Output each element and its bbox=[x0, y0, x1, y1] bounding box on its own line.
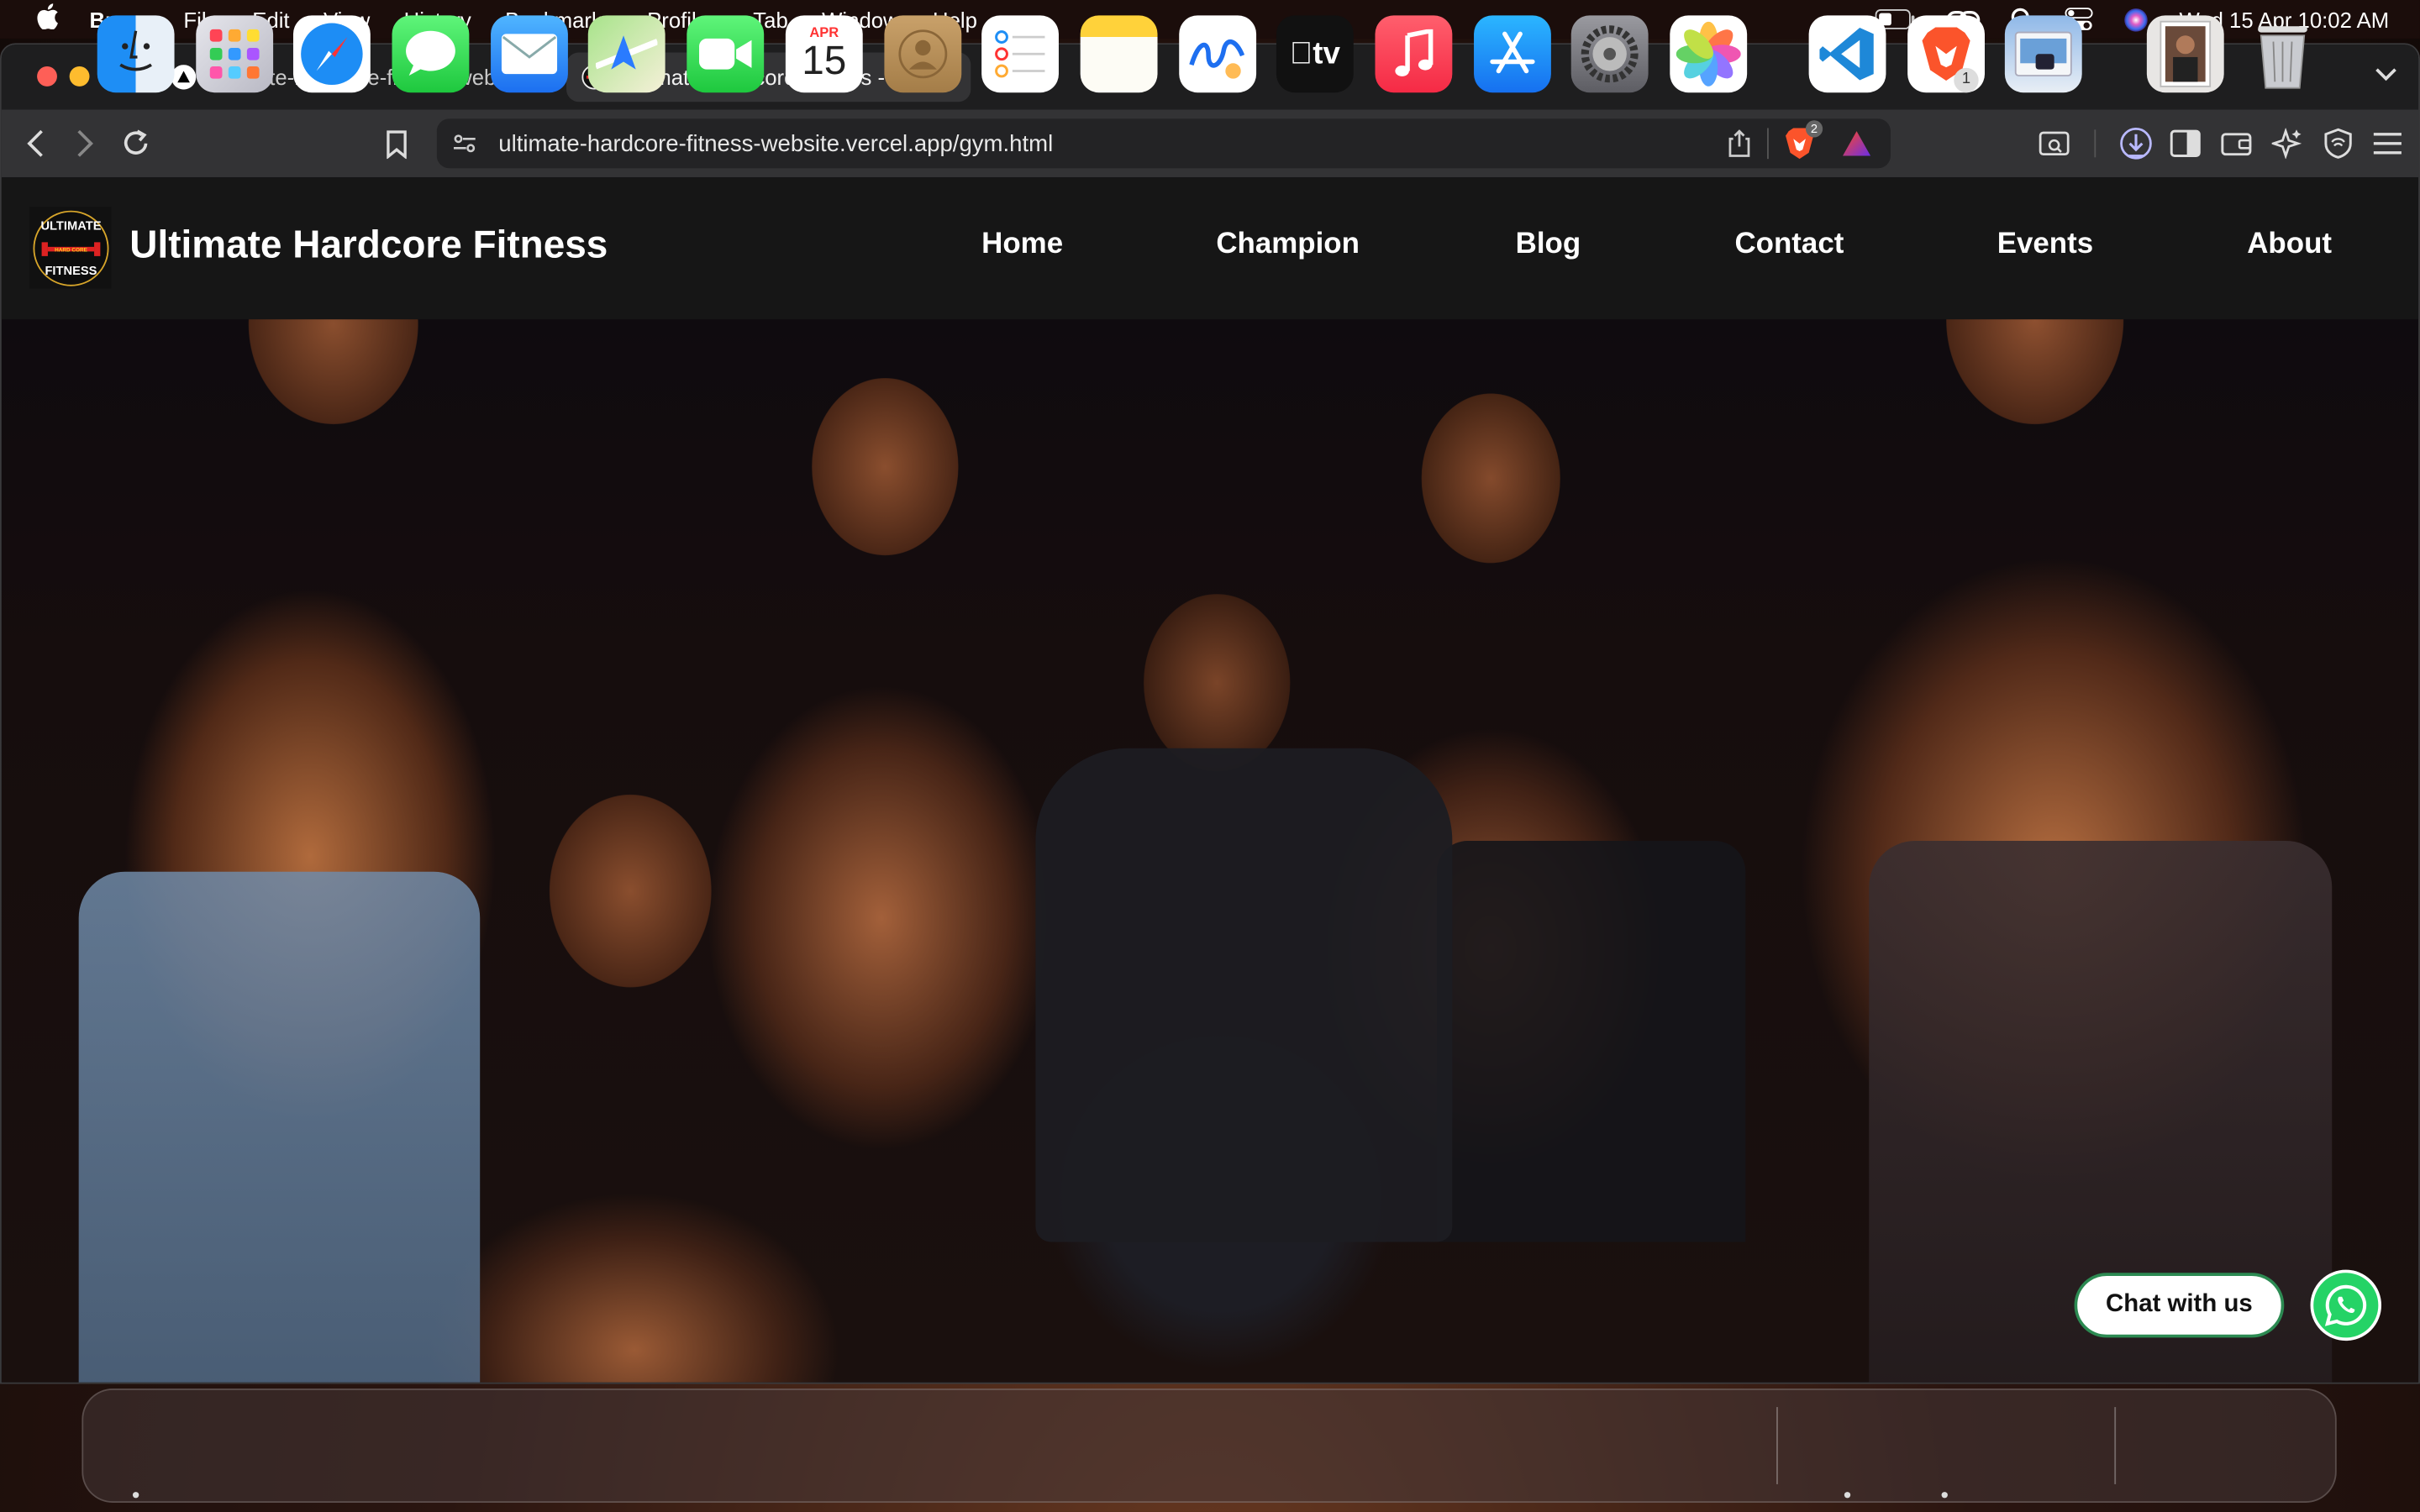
site-navbar: ULTIMATE HARD CORE FITNESS Ultimate Hard… bbox=[1, 177, 2419, 320]
svg-text:HARD CORE: HARD CORE bbox=[54, 246, 87, 252]
messages-icon[interactable] bbox=[392, 15, 470, 93]
apple-tv-icon[interactable]: tv bbox=[1276, 15, 1354, 93]
brave-icon[interactable]: 1 bbox=[1907, 15, 1985, 93]
launchpad-icon[interactable] bbox=[196, 15, 274, 93]
running-indicator bbox=[1844, 1492, 1851, 1499]
brave-rewards-icon[interactable] bbox=[1841, 129, 1872, 165]
chevron-down-icon[interactable] bbox=[2375, 61, 2397, 89]
athlete-figure bbox=[78, 871, 481, 1383]
running-indicator bbox=[132, 1492, 139, 1499]
running-indicator bbox=[1941, 1492, 1948, 1499]
dock bbox=[82, 1389, 2337, 1503]
wallet-icon[interactable] bbox=[2219, 127, 2253, 160]
nav-contact[interactable]: Contact bbox=[1734, 228, 1844, 262]
divider bbox=[2094, 129, 2096, 158]
close-window-button[interactable] bbox=[37, 66, 57, 87]
sidebar-icon[interactable] bbox=[2169, 127, 2202, 160]
web-page: ULTIMATE HARD CORE FITNESS Ultimate Hard… bbox=[1, 177, 2419, 1383]
reminders-icon[interactable] bbox=[981, 15, 1059, 93]
photos-icon[interactable] bbox=[1670, 15, 1748, 93]
forward-icon[interactable] bbox=[68, 127, 102, 160]
site-settings-icon[interactable] bbox=[452, 131, 476, 164]
nav-home[interactable]: Home bbox=[981, 228, 1063, 262]
nav-champion[interactable]: Champion bbox=[1216, 228, 1360, 262]
contacts-icon[interactable] bbox=[884, 15, 962, 93]
reader-mode-icon[interactable] bbox=[2037, 127, 2070, 160]
divider bbox=[1767, 128, 1769, 160]
athlete-figure bbox=[812, 377, 959, 556]
athlete-figure bbox=[1436, 841, 1746, 1242]
safari-icon[interactable] bbox=[292, 15, 371, 93]
calendar-day: 15 bbox=[802, 37, 847, 84]
hero-image bbox=[1, 177, 2419, 1383]
apple-menu-icon[interactable] bbox=[31, 3, 65, 36]
back-icon[interactable] bbox=[18, 127, 52, 160]
athlete-figure bbox=[1421, 393, 1560, 564]
share-icon[interactable] bbox=[1727, 129, 1751, 165]
svg-text:ULTIMATE: ULTIMATE bbox=[40, 219, 101, 233]
nav-blog[interactable]: Blog bbox=[1516, 228, 1581, 262]
url-text: ultimate-hardcore-fitness-website.vercel… bbox=[498, 130, 1054, 157]
mail-icon[interactable] bbox=[491, 15, 568, 93]
downloads-stack-icon[interactable] bbox=[2146, 15, 2224, 93]
whatsapp-icon[interactable] bbox=[2310, 1269, 2382, 1341]
brave-notification-badge: 1 bbox=[1954, 67, 1979, 93]
music-icon[interactable] bbox=[1375, 15, 1453, 93]
siri-icon[interactable] bbox=[2123, 7, 2148, 31]
freeform-icon[interactable] bbox=[1179, 15, 1257, 93]
athlete-figure bbox=[1143, 594, 1291, 772]
site-brand-title[interactable]: Ultimate Hardcore Fitness bbox=[129, 223, 608, 268]
maps-icon[interactable] bbox=[587, 15, 666, 93]
apple-tv-icon-glyph: tv bbox=[1290, 36, 1340, 71]
dock-separator bbox=[2114, 1407, 2117, 1484]
leo-ai-icon[interactable] bbox=[2270, 127, 2304, 160]
minimize-window-button[interactable] bbox=[69, 66, 90, 87]
dock-separator bbox=[1776, 1407, 1778, 1484]
facetime-icon[interactable] bbox=[687, 15, 765, 93]
shields-count-badge: 2 bbox=[1805, 120, 1823, 138]
nav-events[interactable]: Events bbox=[1997, 228, 2093, 262]
system-settings-icon[interactable] bbox=[1570, 15, 1649, 93]
calendar-icon[interactable]: APR 15 bbox=[785, 15, 863, 93]
browser-window: ultimate-hardcore-fitness-website Ultima… bbox=[0, 43, 2420, 1384]
app-store-icon[interactable] bbox=[1474, 15, 1551, 93]
reload-icon[interactable] bbox=[118, 127, 152, 160]
tab-title: Ultimate Hardcore Fitness - Be bbox=[622, 65, 918, 90]
gym-logo[interactable]: ULTIMATE HARD CORE FITNESS bbox=[29, 207, 112, 289]
bookmark-icon[interactable] bbox=[380, 127, 413, 160]
vscode-icon[interactable] bbox=[1808, 15, 1886, 93]
athlete-figure bbox=[549, 794, 712, 988]
vpn-icon[interactable] bbox=[2321, 127, 2354, 160]
nav-about[interactable]: About bbox=[2247, 228, 2332, 262]
hamburger-menu-icon[interactable] bbox=[2370, 127, 2404, 160]
vercel-favicon-icon bbox=[171, 65, 197, 90]
preview-icon[interactable] bbox=[2004, 15, 2082, 93]
trash-icon[interactable] bbox=[2244, 15, 2322, 92]
address-bar[interactable]: ultimate-hardcore-fitness-website.vercel… bbox=[436, 118, 1891, 169]
athlete-figure bbox=[1035, 748, 1453, 1242]
notes-icon[interactable] bbox=[1080, 15, 1158, 93]
browser-toolbar: ultimate-hardcore-fitness-website.vercel… bbox=[1, 109, 2419, 178]
downloads-icon[interactable] bbox=[2119, 127, 2153, 160]
chat-with-us-button[interactable]: Chat with us bbox=[2074, 1273, 2285, 1338]
svg-text:FITNESS: FITNESS bbox=[45, 264, 97, 277]
finder-icon[interactable] bbox=[97, 15, 175, 93]
